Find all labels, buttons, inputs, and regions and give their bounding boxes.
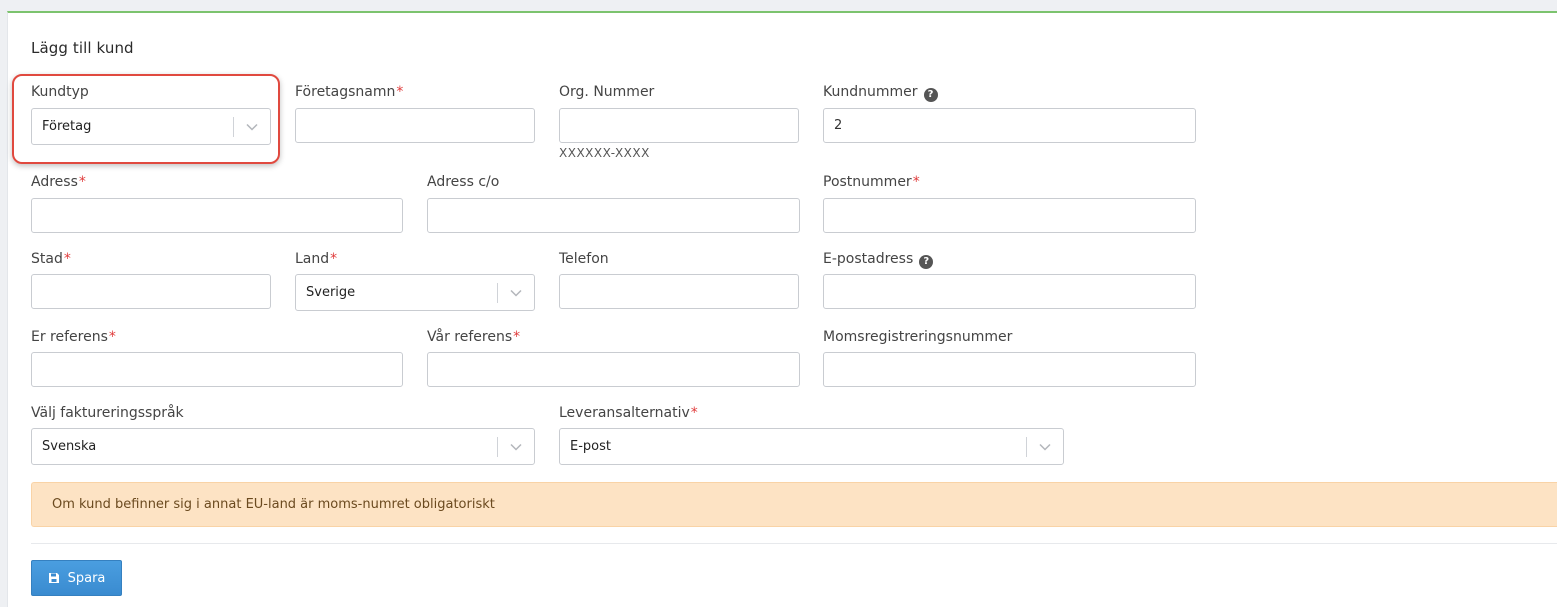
floppy-disk-icon: [48, 573, 59, 583]
moms-input[interactable]: [823, 352, 1196, 387]
question-circle-icon[interactable]: ?: [923, 87, 938, 102]
alert-text: Om kund befinner sig i annat EU-land är …: [52, 497, 495, 512]
save-button[interactable]: Spara: [31, 560, 122, 596]
kundtyp-highlight-annotation: [12, 74, 280, 164]
org-nummer-hint: XXXXXX-XXXX: [559, 146, 650, 160]
telefon-input[interactable]: [559, 274, 799, 309]
foretagsnamn-input[interactable]: [295, 108, 535, 143]
foretagsnamn-label: Företagsnamn*: [295, 84, 404, 100]
stad-label: Stad*: [31, 251, 71, 267]
adress-co-label: Adress c/o: [427, 174, 500, 190]
telefon-label: Telefon: [559, 251, 609, 267]
postnummer-input[interactable]: [823, 198, 1196, 233]
kundnummer-label: Kundnummer?: [823, 84, 938, 102]
land-label: Land*: [295, 251, 338, 267]
leverans-value: E-post: [570, 439, 611, 454]
save-label: Spara: [67, 570, 106, 586]
leverans-select[interactable]: E-post: [559, 428, 1064, 465]
land-select[interactable]: Sverige: [295, 274, 535, 311]
adress-co-input[interactable]: [427, 198, 800, 233]
chevron-down-icon[interactable]: [498, 443, 534, 451]
page-title: Lägg till kund: [31, 39, 134, 57]
adress-input[interactable]: [31, 198, 403, 233]
fakturasprak-value: Svenska: [42, 439, 97, 454]
chevron-down-icon[interactable]: [498, 289, 534, 297]
var-referens-label: Vår referens*: [427, 329, 521, 345]
org-nummer-input[interactable]: [559, 108, 799, 143]
kundnummer-input[interactable]: [823, 108, 1196, 143]
epost-input[interactable]: [823, 274, 1196, 309]
leverans-label: Leveransalternativ*: [559, 405, 698, 421]
stad-input[interactable]: [31, 274, 271, 309]
question-circle-icon[interactable]: ?: [919, 254, 934, 269]
moms-label: Momsregistreringsnummer: [823, 329, 1013, 345]
land-value: Sverige: [306, 285, 356, 300]
eu-vat-alert: Om kund befinner sig i annat EU-land är …: [31, 482, 1557, 527]
er-referens-input[interactable]: [31, 352, 403, 387]
org-nummer-label: Org. Nummer: [559, 84, 655, 100]
er-referens-label: Er referens*: [31, 329, 116, 345]
postnummer-label: Postnummer*: [823, 174, 920, 190]
fakturasprak-select[interactable]: Svenska: [31, 428, 535, 465]
epost-label: E-postadress?: [823, 251, 934, 269]
var-referens-input[interactable]: [427, 352, 800, 387]
adress-label: Adress*: [31, 174, 86, 190]
chevron-down-icon[interactable]: [1027, 443, 1063, 451]
divider: [31, 543, 1557, 544]
fakturasprak-label: Välj faktureringsspråk: [31, 405, 184, 421]
